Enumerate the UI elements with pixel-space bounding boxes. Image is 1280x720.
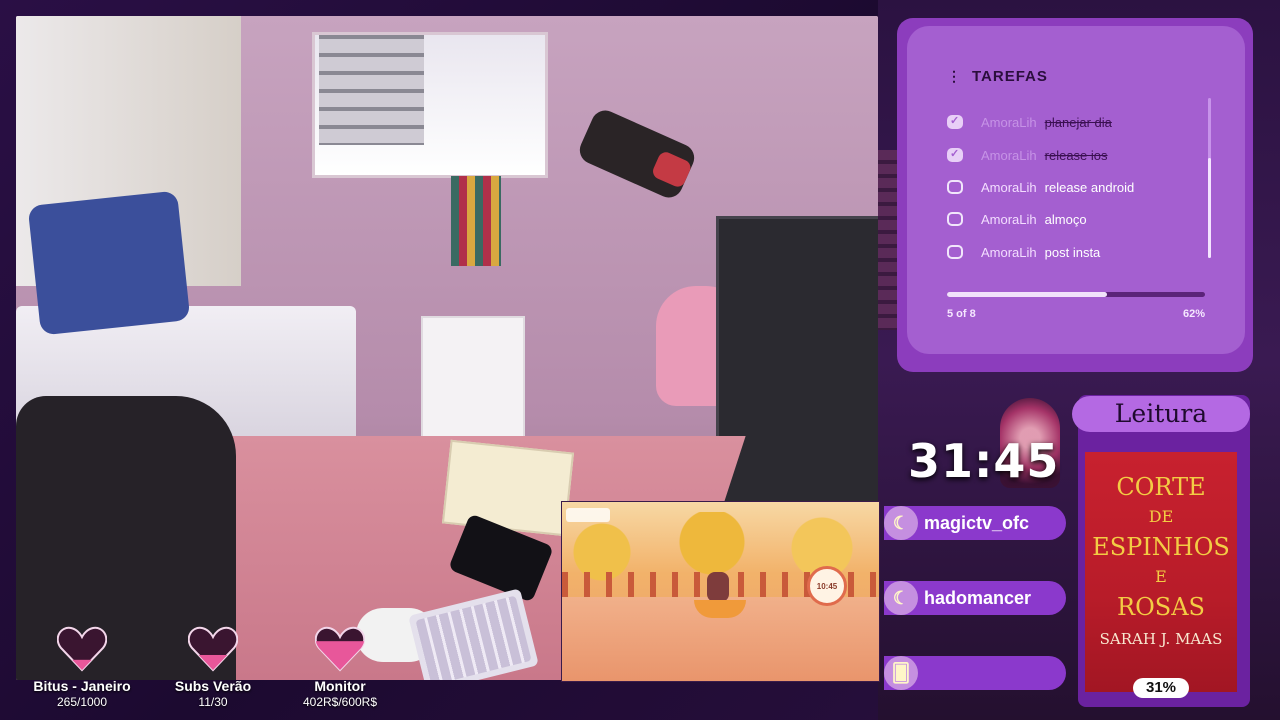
goal-subs: Subs Verão 11/30 — [148, 626, 278, 709]
goal-value: 402R$/600R$ — [302, 695, 378, 709]
goal-title: Monitor — [314, 678, 366, 694]
task-text: almoço — [1044, 211, 1087, 227]
tasks-scrollbar-thumb[interactable] — [1208, 158, 1211, 258]
task-checkbox[interactable] — [947, 212, 963, 226]
task-checkbox[interactable] — [947, 245, 963, 259]
heart-icon — [56, 626, 108, 672]
alert-username: hadomancer — [924, 587, 1032, 608]
tasks-progress-count: 5 of 8 — [947, 308, 976, 320]
moon-icon: ☾ — [884, 506, 918, 540]
task-text: post insta — [1044, 244, 1101, 260]
recent-sub-alert: ☾ hadomancer — [884, 581, 1066, 615]
webcam-window — [312, 32, 548, 178]
heart-graphic — [314, 626, 366, 672]
task-item[interactable]: AmoraLih almoço — [947, 209, 1087, 229]
book-title-line: CORTE — [1116, 473, 1206, 501]
tasks-scrollbar[interactable] — [1208, 98, 1211, 258]
task-user: AmoraLih — [981, 211, 1037, 227]
goal-title: Subs Verão — [174, 678, 252, 694]
book-title-line: ESPINHOS — [1092, 533, 1230, 561]
webcam-blinds — [319, 35, 424, 145]
book-title: CORTE DE ESPINHOS E ROSAS — [1085, 472, 1237, 622]
book-author: SARAH J. MAAS — [1099, 630, 1223, 648]
tasks-progress-bar — [947, 292, 1205, 297]
book-title-line: E — [1155, 567, 1167, 586]
recent-follower-alert: ☾ magictv_ofc — [884, 506, 1066, 540]
task-item[interactable]: AmoraLih release android — [947, 177, 1134, 197]
goal-value: 11/30 — [198, 695, 228, 709]
alert-username: magictv_ofc — [924, 512, 1030, 533]
heart-graphic — [187, 626, 239, 672]
recent-donation-alert: 🂠 — [884, 656, 1066, 690]
tasks-panel: ⋮ TAREFAS AmoraLih planejar dia AmoraLih… — [907, 26, 1245, 354]
tasks-progress-fill — [947, 292, 1107, 297]
goal-title: Bitus - Janeiro — [33, 678, 131, 694]
heart-graphic — [56, 626, 108, 672]
task-text: planejar dia — [1044, 114, 1112, 130]
game-clock: 10:45 — [807, 566, 847, 606]
game-health-bar — [566, 508, 610, 522]
game-player — [707, 572, 729, 602]
goal-monitor: Monitor 402R$/600R$ — [275, 626, 405, 709]
task-item[interactable]: AmoraLih planejar dia — [947, 112, 1112, 132]
moon-icon: ☾ — [884, 581, 918, 615]
tasks-progress-percent: 62% — [1182, 308, 1205, 320]
heart-fill — [315, 641, 365, 670]
webcam-tv — [716, 216, 878, 522]
task-text: release android — [1044, 179, 1135, 195]
task-checkbox[interactable] — [947, 180, 963, 194]
book-title-line: DE — [1148, 507, 1174, 526]
task-checkbox[interactable] — [947, 114, 963, 129]
more-vertical-icon[interactable]: ⋮ — [947, 68, 962, 85]
heart-icon — [187, 626, 239, 672]
pomodoro-timer: 31:45 — [908, 434, 1060, 488]
webcam-books — [451, 176, 501, 266]
task-user: AmoraLih — [981, 114, 1037, 130]
tasks-header: ⋮ TAREFAS — [947, 68, 1048, 85]
heart-fill — [188, 654, 238, 670]
task-user: AmoraLih — [981, 244, 1037, 260]
game-capture: 10:45 — [561, 501, 880, 682]
goal-bitus: Bitus - Janeiro 265/1000 — [17, 626, 147, 709]
task-user: AmoraLih — [981, 147, 1037, 163]
reading-progress-badge: 31% — [1133, 678, 1189, 698]
cards-icon: 🂠 — [884, 656, 918, 690]
book-cover: CORTE DE ESPINHOS E ROSAS SARAH J. MAAS … — [1085, 452, 1237, 698]
webcam-pillow — [27, 190, 191, 336]
task-checkbox[interactable] — [947, 147, 963, 162]
task-text: release ios — [1044, 147, 1108, 163]
task-item[interactable]: AmoraLih post insta — [947, 242, 1100, 262]
task-user: AmoraLih — [981, 179, 1037, 195]
tasks-title: TAREFAS — [972, 68, 1048, 85]
goal-value: 265/1000 — [56, 695, 108, 709]
book-title-line: ROSAS — [1117, 593, 1205, 621]
task-item[interactable]: AmoraLih release ios — [947, 145, 1108, 165]
webcam-notebook — [441, 439, 575, 537]
reading-label: Leitura — [1072, 396, 1250, 432]
heart-icon — [314, 626, 366, 672]
